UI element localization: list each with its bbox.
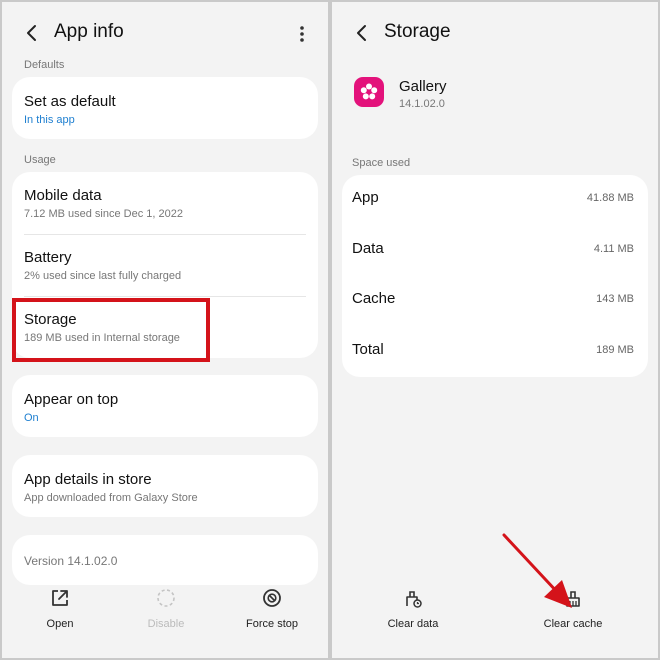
app-details-card: App details in store App downloaded from…	[12, 455, 318, 517]
mobile-data-title: Mobile data	[24, 187, 102, 204]
more-options-button[interactable]	[292, 22, 312, 46]
clear-cache-icon	[566, 591, 580, 607]
defaults-card: Set as default In this app	[12, 77, 318, 139]
app-info-header: App info	[2, 2, 328, 64]
clear-data-button[interactable]: Clear data	[368, 584, 458, 644]
usage-section-label: Usage	[24, 154, 56, 166]
storage-row-cache: Cache 143 MB	[342, 276, 648, 326]
storage-row-value: 4.11 MB	[593, 243, 634, 255]
mobile-data-subtitle: 7.12 MB used since Dec 1, 2022	[24, 208, 183, 220]
gallery-app-icon	[354, 77, 384, 107]
battery-title: Battery	[24, 249, 72, 266]
clear-data-label: Clear data	[387, 618, 439, 630]
storage-row-total: Total 189 MB	[342, 327, 648, 377]
clear-cache-label: Clear cache	[543, 618, 603, 630]
storage-title: Storage	[24, 311, 77, 328]
storage-row-value: 41.88 MB	[586, 192, 634, 204]
open-button[interactable]: Open	[15, 584, 105, 644]
app-details-title: App details in store	[24, 471, 152, 488]
set-as-default-title: Set as default	[24, 93, 116, 110]
open-external-icon	[52, 590, 68, 606]
back-button[interactable]	[350, 21, 374, 45]
app-details-subtitle: App downloaded from Galaxy Store	[24, 492, 198, 504]
app-version: 14.1.02.0	[399, 98, 445, 110]
space-used-card: App 41.88 MB Data 4.11 MB Cache 143 MB T…	[342, 175, 648, 377]
more-vertical-icon	[300, 26, 304, 42]
appear-on-top-title: Appear on top	[24, 391, 119, 408]
disable-icon	[157, 589, 175, 607]
chevron-left-icon	[27, 25, 36, 41]
clear-data-icon	[406, 591, 422, 608]
gallery-flower-icon	[360, 83, 378, 100]
clear-cache-button[interactable]: Clear cache	[528, 584, 618, 644]
defaults-section-label: Defaults	[24, 59, 65, 71]
storage-row-app: App 41.88 MB	[342, 175, 648, 225]
app-details-item[interactable]: App details in store App downloaded from…	[12, 455, 318, 517]
appear-on-top-card: Appear on top On	[12, 375, 318, 437]
version-text: Version 14.1.02.0	[24, 554, 118, 568]
appear-on-top-subtitle: On	[24, 412, 39, 424]
storage-row-value: 189 MB	[596, 344, 634, 356]
mobile-data-item[interactable]: Mobile data 7.12 MB used since Dec 1, 20…	[12, 172, 318, 234]
storage-row-label: App	[352, 189, 379, 206]
battery-item[interactable]: Battery 2% used since last fully charged	[12, 234, 318, 296]
app-info-screen: App info Defaults Set as default In this…	[2, 2, 328, 658]
disable-label: Disable	[147, 618, 185, 630]
bottom-action-bar: Open Disable Force stop	[2, 578, 328, 658]
page-title: Storage	[384, 21, 451, 42]
appear-on-top-item[interactable]: Appear on top On	[12, 375, 318, 437]
space-used-label: Space used	[352, 157, 411, 169]
disable-button[interactable]: Disable	[121, 584, 211, 644]
storage-row-label: Total	[352, 341, 384, 358]
back-button[interactable]	[20, 21, 44, 45]
battery-subtitle: 2% used since last fully charged	[24, 270, 182, 282]
bottom-action-bar: Clear data Clear cache	[332, 578, 658, 658]
set-as-default-subtitle: In this app	[24, 114, 75, 126]
force-stop-icon	[263, 589, 281, 607]
open-label: Open	[46, 618, 74, 630]
storage-row-data: Data 4.11 MB	[342, 226, 648, 276]
chevron-left-icon	[357, 25, 366, 41]
app-name: Gallery	[399, 78, 447, 95]
storage-row-label: Cache	[352, 290, 396, 307]
storage-row-value: 143 MB	[596, 293, 634, 305]
storage-subtitle: 189 MB used in Internal storage	[24, 332, 180, 344]
storage-screen: Storage Gallery 14.1.02.0 Space used App…	[332, 2, 658, 658]
set-as-default-item[interactable]: Set as default In this app	[12, 77, 318, 139]
usage-card: Mobile data 7.12 MB used since Dec 1, 20…	[12, 172, 318, 358]
storage-item[interactable]: Storage 189 MB used in Internal storage	[12, 296, 318, 358]
storage-header: Storage	[332, 2, 658, 64]
force-stop-label: Force stop	[246, 618, 298, 630]
force-stop-button[interactable]: Force stop	[227, 584, 317, 644]
page-title: App info	[54, 21, 124, 42]
storage-row-label: Data	[352, 240, 384, 257]
